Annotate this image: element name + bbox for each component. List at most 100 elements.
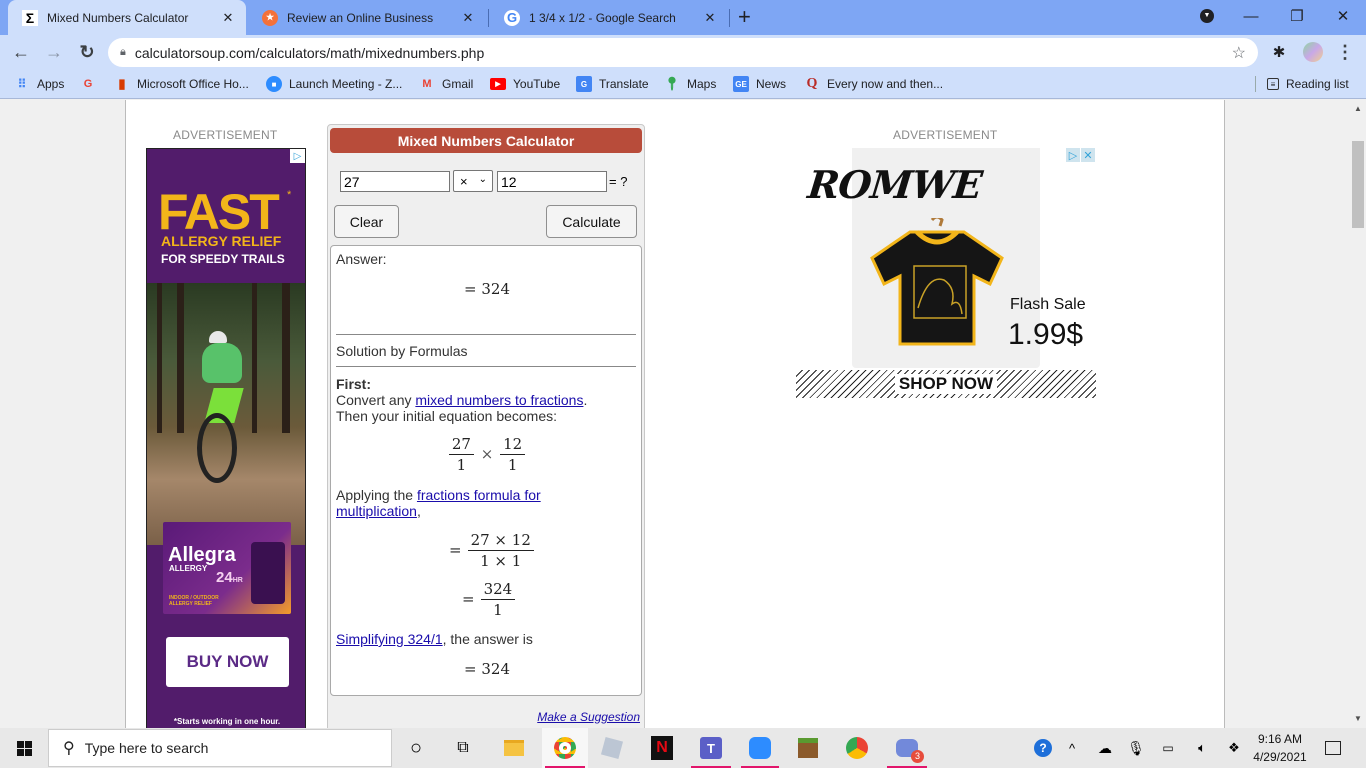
close-tab-icon[interactable]: ✕ (458, 10, 478, 26)
scroll-up-arrow[interactable]: ▲ (1350, 104, 1366, 113)
office-icon: ▮ (118, 76, 126, 91)
new-tab-button[interactable]: + (738, 4, 751, 30)
roblox-button[interactable] (590, 728, 634, 768)
taskbar-search-box[interactable]: ⚲ Type here to search (48, 729, 392, 767)
multiplication-link[interactable]: multiplication (336, 503, 417, 519)
shop-now-button[interactable]: SHOP NOW (796, 370, 1096, 398)
folder-icon (504, 740, 524, 756)
operator-select[interactable]: × ⌄ (453, 170, 493, 192)
second-number-input[interactable] (497, 171, 607, 192)
simplifying-link[interactable]: Simplifying 324/1 (336, 631, 443, 647)
close-ad-icon[interactable]: ✕ (1081, 148, 1095, 162)
reading-list-button[interactable]: ≡ Reading list (1267, 69, 1349, 99)
bookmark-apps[interactable]: ⠿ Apps (14, 69, 65, 99)
file-explorer-button[interactable] (492, 728, 536, 768)
allegra-ad[interactable]: ▷ FAST * ALLERGY RELIEF FOR SPEEDY TRAIL… (146, 148, 306, 728)
close-tab-icon[interactable]: ✕ (218, 10, 238, 26)
tab-search-button[interactable]: ▼ (1184, 0, 1230, 32)
forward-button[interactable]: → (43, 41, 65, 63)
ad-label-right: ADVERTISEMENT (893, 128, 998, 142)
fraction: 12 1 (500, 434, 526, 475)
calculate-button[interactable]: Calculate (546, 205, 637, 238)
answer-label: Answer: (336, 251, 387, 267)
action-center-button[interactable] (1318, 728, 1348, 768)
restore-button[interactable]: ❐ (1274, 0, 1320, 32)
chrome-active-button[interactable] (542, 728, 588, 768)
scroll-down-arrow[interactable]: ▼ (1350, 714, 1366, 723)
netflix-button[interactable]: N (640, 728, 684, 768)
bookmark-google[interactable]: G (80, 69, 103, 99)
applying-text: Applying the fractions formula for multip… (336, 487, 541, 519)
mixed-to-fractions-link[interactable]: mixed numbers to fractions (415, 392, 583, 408)
menu-kebab-icon[interactable]: ⋮ (1334, 41, 1356, 63)
bookmark-zoom[interactable]: ■ Launch Meeting - Z... (266, 69, 402, 99)
discord-button[interactable]: 3 (884, 728, 930, 768)
clear-button[interactable]: Clear (334, 205, 399, 238)
task-view-button[interactable]: ⧉ (443, 728, 483, 768)
start-button[interactable] (0, 728, 48, 768)
lock-icon: 🔒︎ (120, 46, 126, 58)
bookmark-label: YouTube (513, 77, 561, 91)
cortana-button[interactable]: ○ (396, 728, 436, 768)
minimize-button[interactable]: — (1228, 0, 1274, 32)
zoom-app-button[interactable] (738, 728, 782, 768)
back-button[interactable]: ← (10, 41, 32, 63)
bookmark-star-icon[interactable]: ☆ (1232, 43, 1246, 63)
show-hidden-icons[interactable]: ^ (1062, 728, 1082, 768)
sale-price: 1.99$ (1008, 318, 1084, 351)
make-suggestion-link[interactable]: Make a Suggestion (537, 710, 640, 724)
reload-button[interactable]: ↻ (76, 41, 98, 63)
help-tray-icon[interactable]: ? (1030, 728, 1056, 768)
roblox-icon (600, 736, 624, 760)
fractions-formula-link[interactable]: fractions formula for (417, 487, 541, 503)
discord-icon: 3 (896, 739, 924, 763)
dropbox-tray[interactable]: ❖ (1222, 728, 1246, 768)
bookmark-label: Maps (687, 77, 717, 91)
search-placeholder: Type here to search (84, 740, 209, 756)
extensions-icon[interactable]: ✱ (1268, 41, 1290, 63)
bookmark-gmail[interactable]: M Gmail (419, 69, 473, 99)
windows-logo-icon (16, 740, 32, 756)
onedrive-tray[interactable]: ☁ (1094, 728, 1116, 768)
adchoices-icon[interactable]: ▷ (290, 149, 305, 163)
operator-value: × (460, 173, 468, 189)
bookmark-news[interactable]: GE News (733, 69, 786, 99)
bookmark-quora[interactable]: Q Every now and then... (804, 69, 944, 99)
tab-review[interactable]: ★ Review an Online Business ✕ (248, 0, 486, 35)
tab-google-search[interactable]: G 1 3/4 x 1/2 - Google Search ✕ (490, 0, 728, 35)
bookmark-maps[interactable]: 📍︎ Maps (664, 69, 717, 99)
volume-tray[interactable]: 🔈︎ (1190, 728, 1214, 768)
close-window-button[interactable]: ✕ (1320, 0, 1366, 32)
bookmark-youtube[interactable]: ▶ YouTube (490, 69, 560, 99)
step-two: = 324 1 (462, 579, 516, 620)
romwe-ad[interactable]: ROMWE Flash Sale 1.99$ SHOP NOW ▷ ✕ (796, 148, 1096, 398)
adchoices-icon[interactable]: ▷ (1066, 148, 1080, 162)
ad-label-left: ADVERTISEMENT (173, 128, 278, 142)
bookmark-label: News (756, 77, 787, 91)
dropbox-icon: ❖ (1228, 740, 1240, 755)
chrome-button[interactable] (834, 728, 880, 768)
url-text[interactable]: calculatorsoup.com/calculators/math/mixe… (135, 45, 484, 61)
tab-strip: Σ Mixed Numbers Calculator ✕ ★ Review an… (0, 0, 1366, 35)
address-bar[interactable]: 🔒︎ calculatorsoup.com/calculators/math/m… (108, 38, 1258, 67)
numerator: 12 (500, 434, 526, 455)
first-number-input[interactable] (340, 171, 450, 192)
system-clock[interactable]: 9:16 AM 4/29/2021 (1250, 730, 1310, 766)
bookmark-office[interactable]: ▮ Microsoft Office Ho... (114, 69, 248, 99)
tab-separator (729, 9, 730, 27)
microphone-tray[interactable]: 🎙︎ (1126, 728, 1146, 768)
scrollbar-thumb[interactable] (1352, 141, 1364, 228)
numerator: 27 × 12 (467, 530, 534, 551)
final-answer: = 324 (464, 660, 510, 678)
page-scrollbar[interactable]: ▲ ▼ (1350, 100, 1366, 728)
close-tab-icon[interactable]: ✕ (700, 10, 720, 26)
teams-button[interactable]: T (688, 728, 734, 768)
profile-avatar[interactable] (1302, 41, 1324, 63)
buy-now-button[interactable]: BUY NOW (166, 637, 289, 687)
tab-mixed-numbers[interactable]: Σ Mixed Numbers Calculator ✕ (8, 0, 246, 35)
minecraft-button[interactable] (786, 728, 830, 768)
bookmark-translate[interactable]: G Translate (576, 69, 649, 99)
battery-tray[interactable]: ▭ (1156, 728, 1180, 768)
windows-taskbar: ⚲ Type here to search ○ ⧉ N T 3 ? ^ ☁ 🎙︎… (0, 728, 1366, 768)
ad-headline: FAST (158, 184, 280, 240)
